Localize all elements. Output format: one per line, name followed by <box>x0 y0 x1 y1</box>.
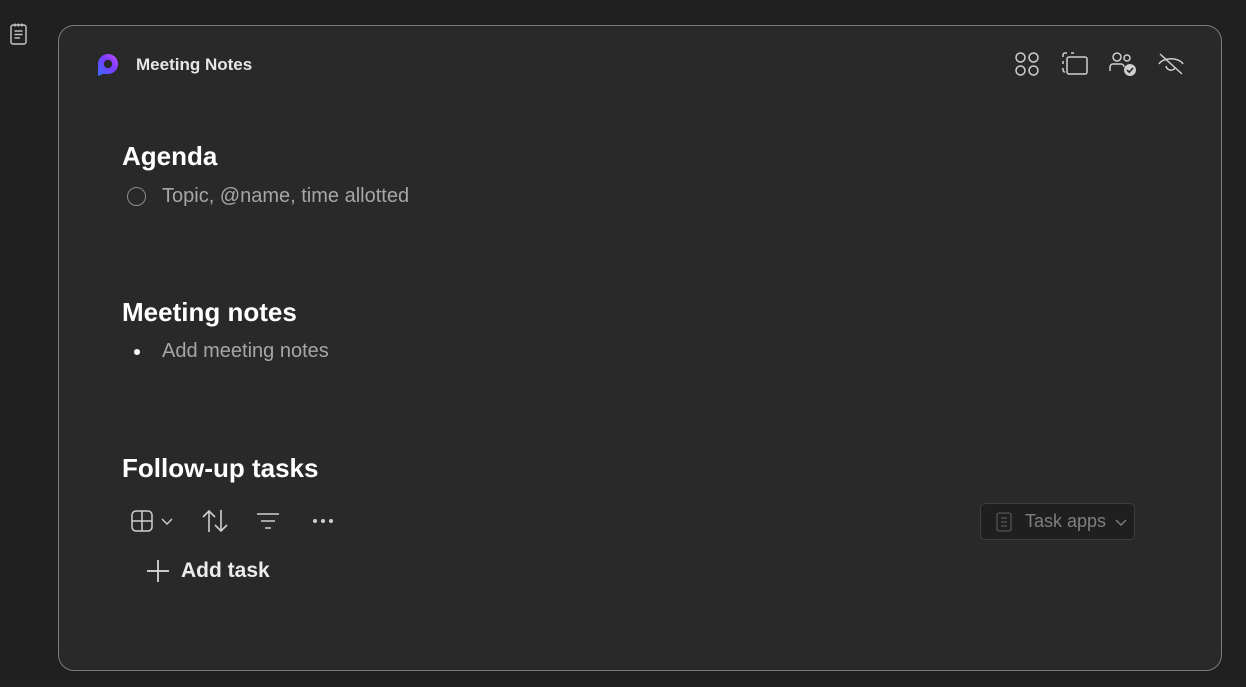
apps-grid-icon[interactable] <box>1013 50 1041 78</box>
chevron-down-icon <box>161 518 173 525</box>
notes-list-item: Add meeting notes <box>134 340 329 363</box>
add-task-label: Add task <box>181 559 270 582</box>
people-check-icon[interactable] <box>1109 50 1137 78</box>
task-apps-label: Task apps <box>1025 511 1107 531</box>
agenda-checkbox[interactable] <box>127 187 146 206</box>
notes-placeholder[interactable]: Add meeting notes <box>162 340 329 363</box>
notes-heading: Meeting notes <box>122 297 297 327</box>
filter-button[interactable] <box>256 511 280 531</box>
sort-icon <box>202 509 228 533</box>
task-list-icon <box>996 511 1012 532</box>
notes-section: Meeting notes Add meeting notes <box>122 296 329 363</box>
loop-logo-icon <box>95 51 123 79</box>
card-title: Meeting Notes <box>136 55 253 74</box>
header-actions <box>1013 50 1185 78</box>
loop-component-card: Meeting Notes Agenda Topic, @name, time … <box>58 25 1222 671</box>
table-view-icon <box>131 510 153 532</box>
view-switcher-button[interactable] <box>130 509 174 533</box>
bullet-icon <box>134 348 140 355</box>
notes-icon[interactable] <box>8 22 30 46</box>
task-apps-dropdown[interactable]: Task apps <box>980 503 1135 540</box>
select-region-icon[interactable] <box>1061 50 1089 78</box>
agenda-section: Agenda Topic, @name, time allotted <box>122 140 409 208</box>
more-icon <box>313 519 333 523</box>
agenda-placeholder[interactable]: Topic, @name, time allotted <box>162 185 409 208</box>
filter-icon <box>257 513 279 529</box>
app-window: Meeting Notes Agenda Topic, @name, time … <box>0 0 1246 687</box>
tasks-heading: Follow-up tasks <box>122 453 319 483</box>
chevron-down-icon <box>1115 519 1127 526</box>
agenda-heading: Agenda <box>122 141 218 171</box>
sort-button[interactable] <box>200 508 230 534</box>
tasks-section: Follow-up tasks <box>122 452 318 484</box>
eye-off-icon[interactable] <box>1157 50 1185 78</box>
card-header: Meeting Notes <box>95 50 252 80</box>
agenda-item: Topic, @name, time allotted <box>127 185 409 208</box>
plus-icon <box>147 560 169 582</box>
more-options-button[interactable] <box>312 517 334 525</box>
tasks-toolbar <box>130 508 334 534</box>
add-task-button[interactable]: Add task <box>145 558 270 584</box>
